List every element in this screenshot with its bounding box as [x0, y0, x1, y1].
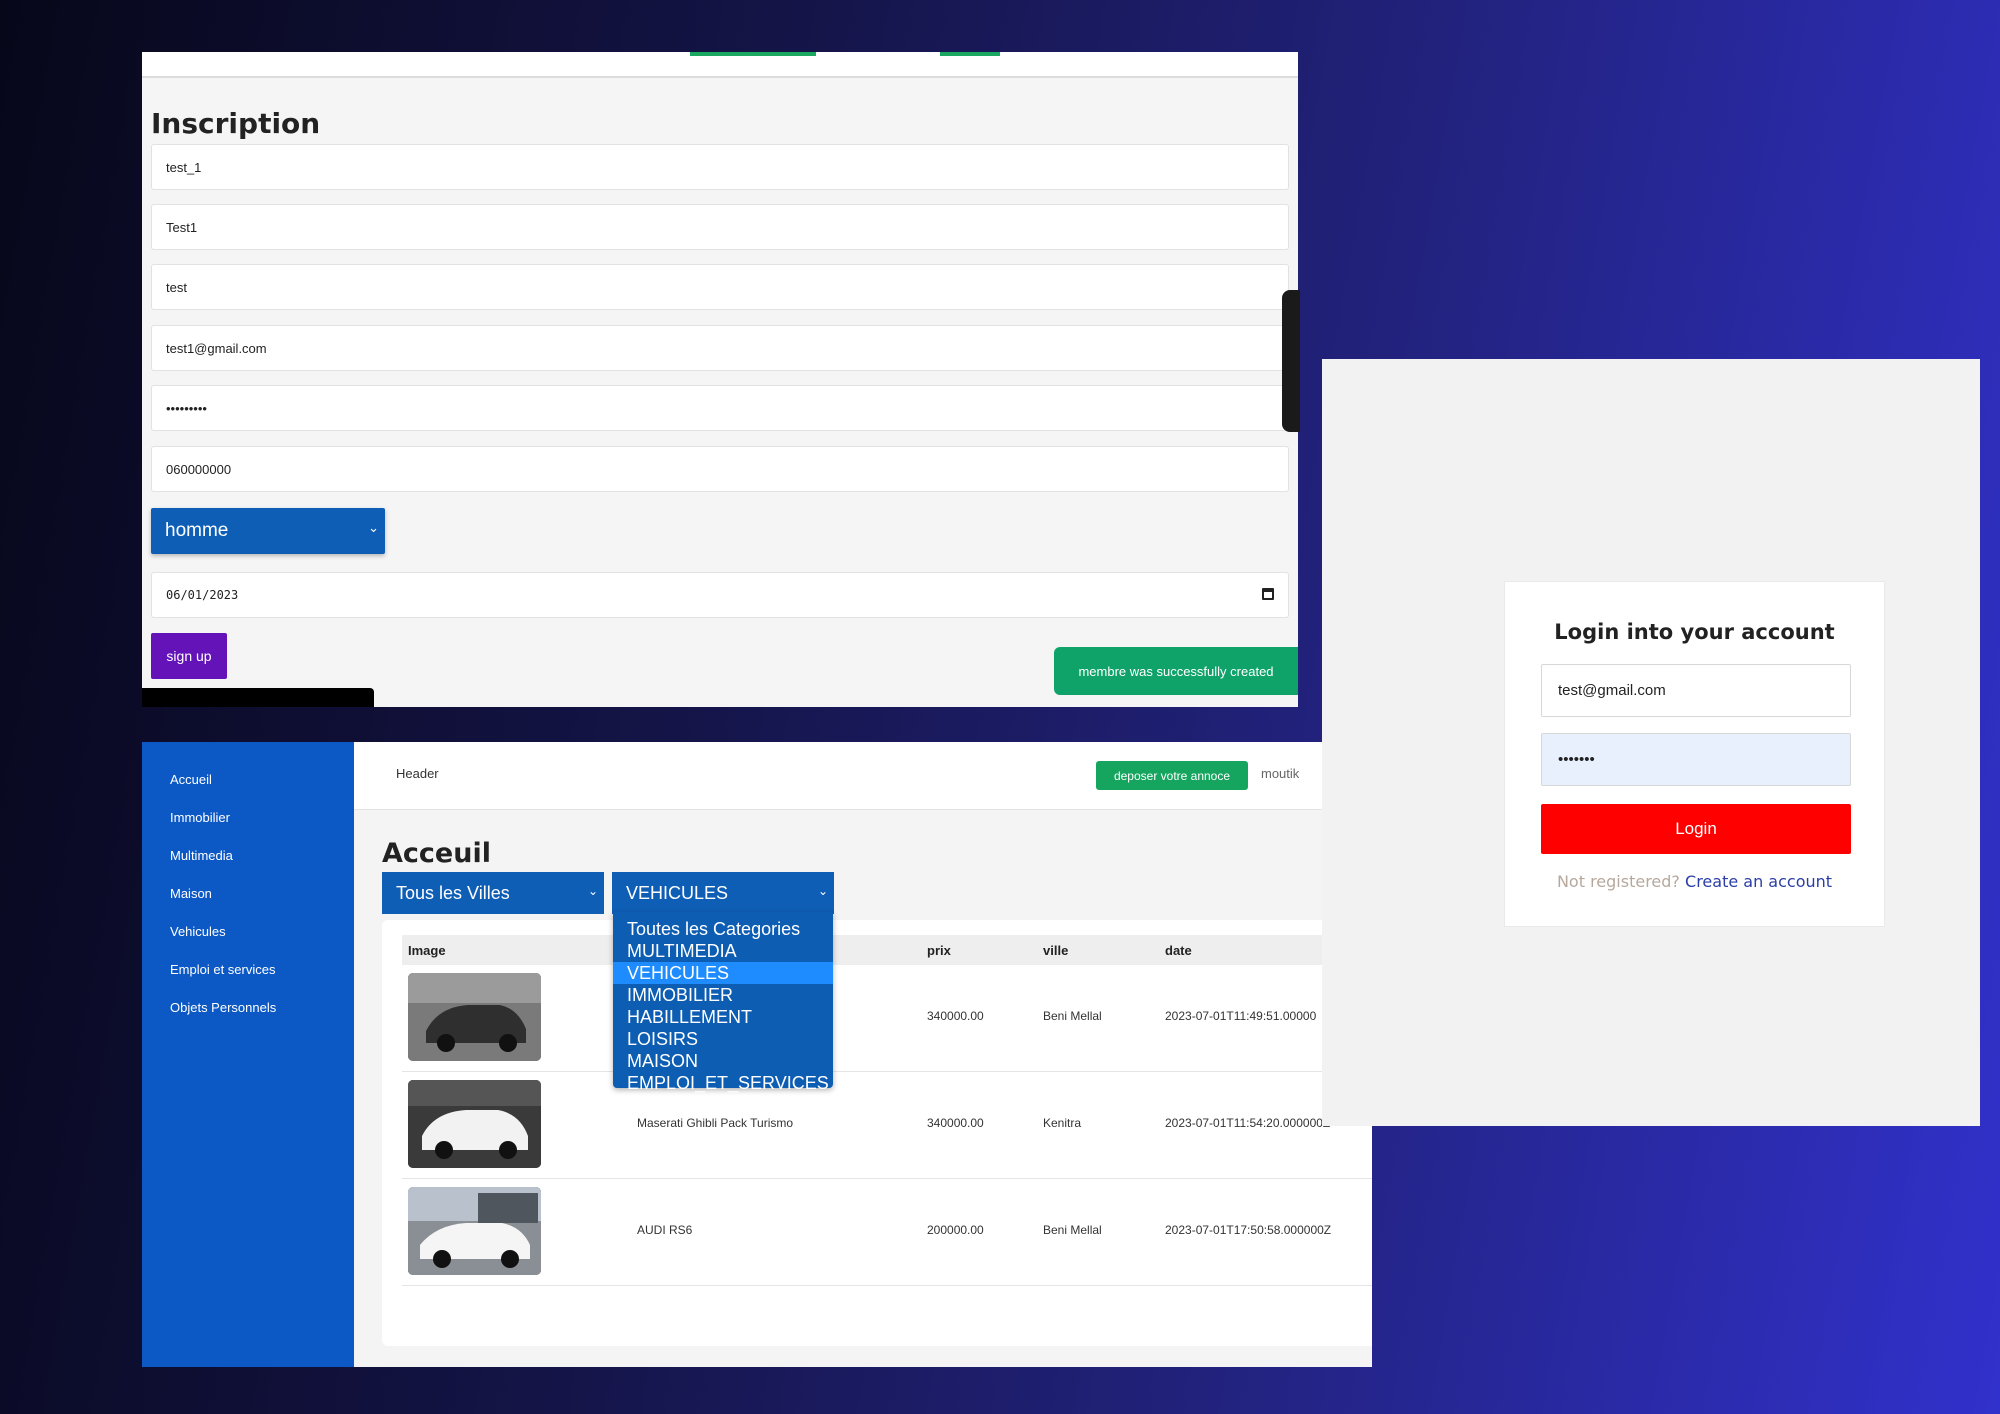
- listing-date: 2023-07-01T11:54:20.000000Z: [1165, 1116, 1331, 1130]
- table-header: Image prix ville date: [402, 935, 1372, 965]
- table-row[interactable]: Maserati Ghibli Pack Turismo 340000.00 K…: [402, 1072, 1372, 1179]
- category-select[interactable]: VEHICULES ⌄: [612, 872, 834, 914]
- sidebar-item-accueil[interactable]: Accueil: [170, 772, 212, 787]
- listing-title: Maserati Ghibli Pack Turismo: [637, 1116, 794, 1130]
- sidebar-item-emploi[interactable]: Emploi et services: [170, 962, 275, 977]
- category-option[interactable]: IMMOBILIER: [613, 984, 833, 1006]
- post-ad-button[interactable]: deposer votre annoce: [1096, 761, 1248, 790]
- login-title: Login into your account: [1554, 620, 1835, 644]
- sidebar-item-immobilier[interactable]: Immobilier: [170, 810, 230, 825]
- category-option[interactable]: EMPLOI_ET_SERVICES: [613, 1072, 833, 1094]
- create-account-link[interactable]: Create an account: [1685, 872, 1832, 891]
- nav-green-button[interactable]: [940, 52, 1000, 56]
- signup-panel: Inscription test_1 Test1 test test1@gmai…: [142, 52, 1298, 707]
- sidebar-item-vehicules[interactable]: Vehicules: [170, 924, 226, 939]
- home-panel: Accueil Immobilier Multimedia Maison Veh…: [142, 742, 1372, 1367]
- category-option[interactable]: HABILLEMENT: [613, 1006, 833, 1028]
- last-name-field[interactable]: test: [151, 264, 1289, 310]
- car-thumbnail[interactable]: [408, 973, 541, 1061]
- column-date: date: [1165, 943, 1192, 958]
- listing-city: Beni Mellal: [1043, 1223, 1102, 1237]
- phone-field[interactable]: 060000000: [151, 446, 1289, 492]
- home-header: Header deposer votre annoce moutik: [354, 742, 1372, 810]
- birthdate-field[interactable]: 06/01/2023: [151, 572, 1289, 618]
- chevron-down-icon: ⌄: [817, 884, 828, 898]
- username-link[interactable]: moutik: [1261, 766, 1299, 781]
- gender-select-value: homme: [165, 520, 229, 541]
- chevron-down-icon: ⌄: [587, 884, 598, 898]
- listing-city: Kenitra: [1043, 1116, 1082, 1130]
- signup-button[interactable]: sign up: [151, 633, 227, 679]
- listing-date: 2023-07-01T11:49:51.00000: [1165, 1009, 1317, 1023]
- username-field[interactable]: test_1: [151, 144, 1289, 190]
- listings-table: Image prix ville date 340000.00 Beni Mel…: [382, 920, 1372, 1346]
- sidebar-item-maison[interactable]: Maison: [170, 886, 212, 901]
- table-row[interactable]: 340000.00 Beni Mellal 2023-07-01T11:49:5…: [402, 965, 1372, 1072]
- city-select[interactable]: Tous les Villes ⌄: [382, 872, 604, 914]
- category-option[interactable]: Toutes les Categories: [613, 918, 833, 940]
- page-title: Acceuil: [382, 838, 491, 869]
- header-label: Header: [396, 766, 439, 781]
- birthdate-value: 06/01/2023: [166, 588, 239, 602]
- listing-price: 340000.00: [927, 1116, 984, 1130]
- category-option[interactable]: MULTIMEDIA: [613, 940, 833, 962]
- side-panel-handle[interactable]: [1282, 290, 1300, 432]
- listing-city: Beni Mellal: [1043, 1009, 1102, 1023]
- listing-date: 2023-07-01T17:50:58.000000Z: [1165, 1223, 1332, 1237]
- car-thumbnail[interactable]: [408, 1080, 541, 1168]
- table-row[interactable]: AUDI RS6 200000.00 Beni Mellal 2023-07-0…: [402, 1179, 1372, 1286]
- column-ville: ville: [1043, 943, 1069, 958]
- category-dropdown: Toutes les Categories MULTIMEDIA VEHICUL…: [613, 912, 833, 1093]
- city-select-value: Tous les Villes: [396, 882, 510, 903]
- category-option-selected[interactable]: VEHICULES: [613, 962, 833, 984]
- listing-title: AUDI RS6: [637, 1223, 693, 1237]
- email-field[interactable]: test@gmail.com: [1541, 664, 1851, 717]
- car-thumbnail[interactable]: [408, 1187, 541, 1275]
- category-option[interactable]: LOISIRS: [613, 1028, 833, 1050]
- email-field[interactable]: test1@gmail.com: [151, 325, 1289, 371]
- column-image: Image: [408, 943, 446, 958]
- chevron-down-icon: ⌄: [368, 520, 379, 535]
- listing-price: 340000.00: [927, 1009, 984, 1023]
- listing-price: 200000.00: [927, 1223, 984, 1237]
- register-prompt: Not registered? Create an account: [1505, 872, 1884, 891]
- password-field[interactable]: •••••••: [1541, 733, 1851, 786]
- register-prompt-text: Not registered?: [1556, 872, 1680, 891]
- sidebar-item-objets[interactable]: Objets Personnels: [170, 1000, 276, 1015]
- column-prix: prix: [927, 943, 951, 958]
- login-button[interactable]: Login: [1541, 804, 1851, 854]
- category-select-value: VEHICULES: [626, 882, 729, 903]
- login-card: Login into your account test@gmail.com •…: [1504, 581, 1885, 927]
- page-title: Inscription: [151, 107, 321, 140]
- sidebar: Accueil Immobilier Multimedia Maison Veh…: [142, 742, 354, 1367]
- gender-select[interactable]: homme ⌄: [151, 508, 385, 554]
- nav-green-button[interactable]: [690, 52, 816, 56]
- category-option[interactable]: MAISON: [613, 1050, 833, 1072]
- password-field[interactable]: •••••••••: [151, 385, 1289, 431]
- sidebar-item-multimedia[interactable]: Multimedia: [170, 848, 233, 863]
- top-nav-bar: [142, 52, 1298, 78]
- calendar-icon[interactable]: [1262, 588, 1274, 600]
- bottom-dark-bar: [142, 688, 374, 707]
- success-toast: membre was successfully created: [1054, 647, 1298, 695]
- first-name-field[interactable]: Test1: [151, 204, 1289, 250]
- login-panel: Login into your account test@gmail.com •…: [1322, 359, 1980, 1126]
